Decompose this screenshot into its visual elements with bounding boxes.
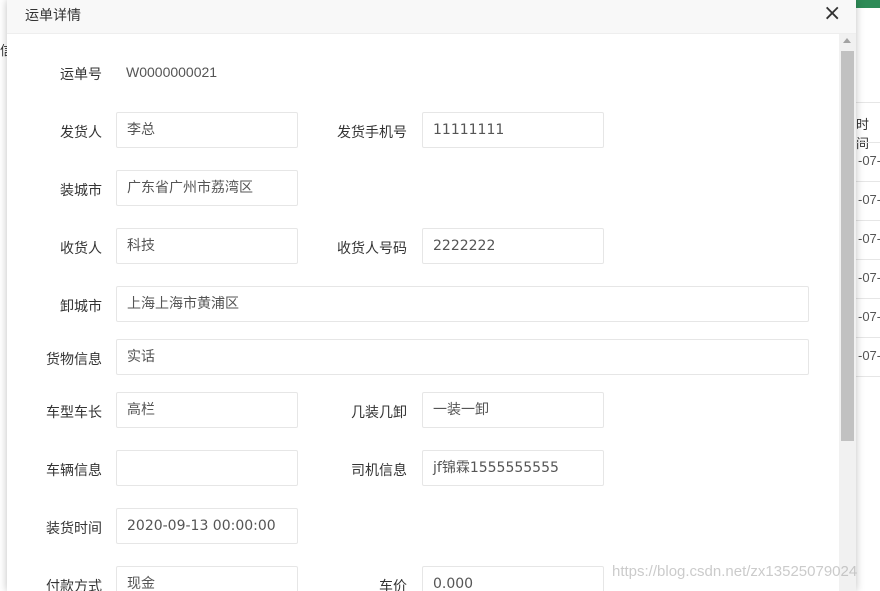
load-unload-label: 几装几卸 <box>351 405 407 421</box>
background-table-cell: -07- <box>858 192 880 207</box>
load-unload-field[interactable]: 一装一卸 <box>422 392 604 428</box>
unloading-city-label: 卸城市 <box>60 299 102 315</box>
background-column-header: 时间 <box>856 117 870 151</box>
shipper-phone-field[interactable]: 11111111 <box>422 112 604 148</box>
close-icon[interactable]: × <box>823 3 841 25</box>
unloading-city-field[interactable]: 上海上海市黄浦区 <box>116 286 809 322</box>
driver-info-field[interactable]: jf锦霖1555555555 <box>422 450 604 486</box>
receiver-phone-field[interactable]: 2222222 <box>422 228 604 264</box>
load-time-label: 装货时间 <box>46 521 102 537</box>
scroll-thumb[interactable] <box>841 51 854 441</box>
background-divider <box>856 259 880 260</box>
vehicle-price-field[interactable]: 0.000 <box>422 566 604 591</box>
vehicle-type-label: 车型车长 <box>46 405 102 421</box>
waybill-number-value: W0000000021 <box>126 64 218 80</box>
background-table-cell: -07- <box>858 348 880 363</box>
dialog-header: 运单详情 × <box>7 0 856 34</box>
loading-city-field[interactable]: 广东省广州市荔湾区 <box>116 170 298 206</box>
vehicle-type-field[interactable]: 高栏 <box>116 392 298 428</box>
background-divider <box>856 298 880 299</box>
load-time-field[interactable]: 2020-09-13 00:00:00 <box>116 508 298 544</box>
background-divider <box>856 142 880 143</box>
payment-method-field[interactable]: 现金 <box>116 566 298 591</box>
background-divider <box>856 102 880 103</box>
receiver-field[interactable]: 科技 <box>116 228 298 264</box>
background-table-cell: -07- <box>858 153 880 168</box>
driver-info-label: 司机信息 <box>351 463 407 479</box>
background-divider <box>856 220 880 221</box>
scroll-up-arrow-icon[interactable] <box>843 38 851 43</box>
dialog-title: 运单详情 <box>25 8 81 24</box>
waybill-detail-dialog: 运单详情 × 运单号 W0000000021 发货人 李总 发货手机号 1111… <box>7 0 856 591</box>
background-divider <box>856 181 880 182</box>
waybill-number-label: 运单号 <box>60 67 102 83</box>
payment-method-label: 付款方式 <box>46 579 102 591</box>
cargo-info-label: 货物信息 <box>46 352 102 368</box>
background-divider <box>856 337 880 338</box>
receiver-label: 收货人 <box>60 241 102 257</box>
shipper-field[interactable]: 李总 <box>116 112 298 148</box>
shipper-label: 发货人 <box>60 125 102 141</box>
background-divider <box>856 376 880 377</box>
vehicle-price-label: 车价 <box>379 579 407 591</box>
shipper-phone-label: 发货手机号 <box>337 125 407 141</box>
loading-city-label: 装城市 <box>60 183 102 199</box>
vertical-scrollbar[interactable] <box>839 34 856 591</box>
background-table-cell: -07- <box>858 309 880 324</box>
watermark-text: https://blog.csdn.net/zx13525079024 <box>612 563 858 580</box>
background-table-cell: -07- <box>858 231 880 246</box>
receiver-phone-label: 收货人号码 <box>337 241 407 257</box>
vehicle-info-label: 车辆信息 <box>46 463 102 479</box>
vehicle-info-field[interactable] <box>116 450 298 486</box>
dialog-body: 运单号 W0000000021 发货人 李总 发货手机号 11111111 装城… <box>7 34 839 591</box>
background-table-cell: -07- <box>858 270 880 285</box>
cargo-info-field[interactable]: 实话 <box>116 339 809 375</box>
